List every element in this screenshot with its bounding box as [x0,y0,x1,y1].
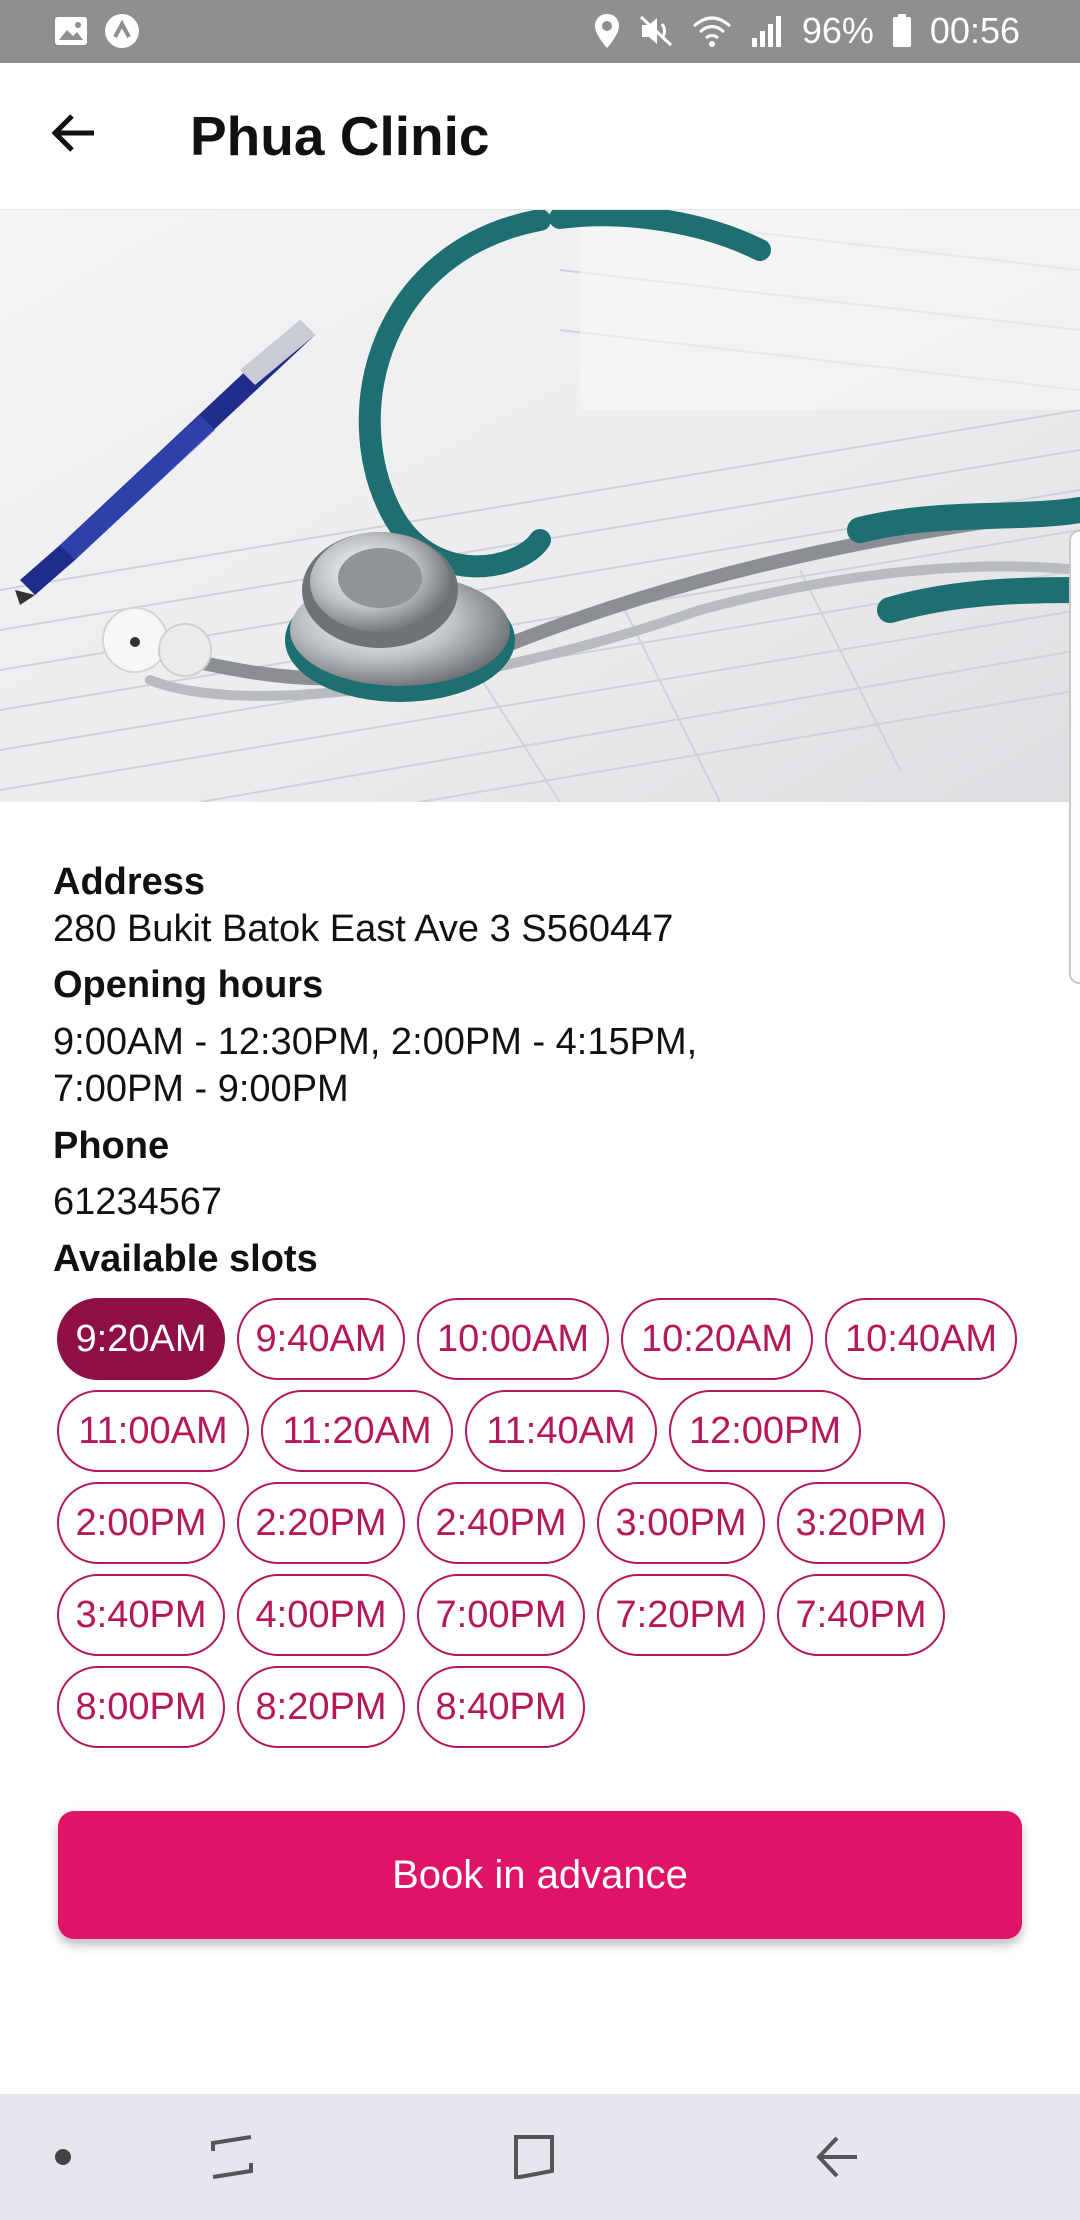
slot-button[interactable]: 8:20PM [237,1666,405,1748]
location-icon [594,13,620,49]
battery-percent: 96% [801,10,874,51]
slot-button[interactable]: 10:00AM [417,1298,609,1380]
arrow-left-icon [50,113,98,158]
slot-button[interactable]: 3:00PM [597,1482,765,1564]
slot-button[interactable]: 10:20AM [621,1298,813,1380]
app-bar: Phua Clinic [0,63,1080,210]
slot-button[interactable]: 11:40AM [465,1390,657,1472]
app-notification-icon [104,13,140,49]
available-slots-label: Available slots [53,1237,318,1280]
slot-button[interactable]: 7:00PM [417,1574,585,1656]
slot-row: 2:00PM 2:20PM 2:40PM 3:00PM 3:20PM [57,1482,1037,1564]
slot-button[interactable]: 8:00PM [57,1666,225,1748]
phone-label: Phone [53,1124,170,1167]
page-title: Phua Clinic [190,105,490,167]
slot-button[interactable]: 9:40AM [237,1298,405,1380]
recent-apps-icon [209,2133,255,2186]
slot-button[interactable]: 7:40PM [777,1574,945,1656]
slot-row: 8:00PM 8:20PM 8:40PM [57,1666,1037,1748]
address-value: 280 Bukit Batok East Ave 3 S560447 [53,907,674,950]
system-nav-bar [0,2094,1080,2220]
home-icon [512,2133,558,2186]
status-right: 96% 00:56 [594,10,1020,52]
system-back-button[interactable] [793,2114,883,2204]
opening-hours-line-1: 9:00AM - 12:30PM, 2:00PM - 4:15PM, [53,1020,698,1063]
nav-dot-button[interactable] [18,2114,108,2204]
slot-button[interactable]: 7:20PM [597,1574,765,1656]
slot-button[interactable]: 11:20AM [261,1390,453,1472]
slot-button[interactable]: 2:40PM [417,1482,585,1564]
slot-button[interactable]: 11:00AM [57,1390,249,1472]
slot-button[interactable]: 2:20PM [237,1482,405,1564]
phone-value[interactable]: 61234567 [53,1179,1033,1227]
scroll-indicator[interactable] [1069,530,1080,984]
home-button[interactable] [490,2114,580,2204]
signal-icon [750,14,784,48]
slot-row: 3:40PM 4:00PM 7:00PM 7:20PM 7:40PM [57,1574,1037,1656]
address-label: Address [53,861,206,903]
slot-button[interactable]: 4:00PM [237,1574,405,1656]
wifi-icon [692,14,732,48]
recent-apps-button[interactable] [187,2114,277,2204]
clinic-details: Address 280 Bukit Batok East Ave 3 S5604… [53,860,1033,1282]
slot-row: 11:00AM 11:20AM 11:40AM 12:00PM [57,1390,1037,1472]
gallery-icon [54,16,88,46]
slot-button[interactable]: 8:40PM [417,1666,585,1748]
slot-button[interactable]: 3:40PM [57,1574,225,1656]
mute-icon [638,13,674,49]
slot-row: 9:20AM 9:40AM 10:00AM 10:20AM 10:40AM [57,1298,1037,1380]
slot-button-selected[interactable]: 9:20AM [57,1298,225,1380]
opening-hours-label: Opening hours [53,964,324,1007]
slot-button[interactable]: 12:00PM [669,1390,861,1472]
back-icon [815,2134,861,2185]
slot-button[interactable]: 3:20PM [777,1482,945,1564]
slot-grid: 9:20AM 9:40AM 10:00AM 10:20AM 10:40AM 11… [57,1298,1037,1758]
clock: 00:56 [929,10,1020,51]
clinic-image [0,210,1080,802]
battery-icon [892,14,912,48]
status-bar: 96% 00:56 [0,0,1080,63]
slot-button[interactable]: 2:00PM [57,1482,225,1564]
status-left [54,13,140,49]
dot-icon [53,2147,73,2172]
back-button[interactable] [40,101,108,169]
slot-button[interactable]: 10:40AM [825,1298,1017,1380]
opening-hours-line-2: 7:00PM - 9:00PM [53,1068,349,1111]
book-in-advance-button[interactable]: Book in advance [58,1811,1022,1939]
